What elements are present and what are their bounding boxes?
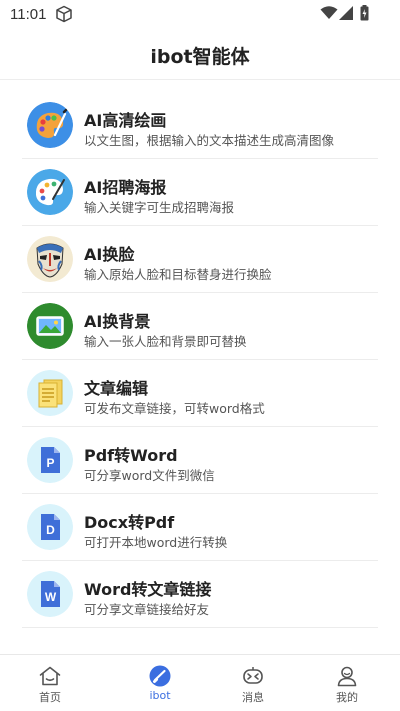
list-item-pdf-to-word[interactable]: P Pdf转Word 可分享word文件到微信 (22, 427, 378, 494)
tab-mine[interactable]: 我的 (297, 655, 397, 711)
tab-messages[interactable]: 消息 (203, 655, 303, 711)
item-title: Docx转Pdf (84, 513, 175, 532)
user-icon (337, 666, 357, 687)
item-description: 输入一张人脸和背景即可替换 (84, 334, 247, 349)
item-title: AI换脸 (84, 245, 135, 264)
svg-text:P: P (46, 456, 54, 470)
item-description: 输入原始人脸和目标替身进行换脸 (84, 267, 272, 282)
item-description: 输入关键字可生成招聘海报 (84, 200, 235, 215)
feature-list: AI高清绘画 以文生图，根据输入的文本描述生成高清图像 AI招聘海报 输入关键字… (22, 92, 378, 628)
item-description: 可分享word文件到微信 (84, 468, 215, 483)
list-item-ai-painting[interactable]: AI高清绘画 以文生图，根据输入的文本描述生成高清图像 (22, 92, 378, 159)
paint-palette-icon (27, 169, 73, 215)
cube-icon (56, 5, 72, 23)
file-p-icon: P (27, 437, 73, 483)
item-description: 可打开本地word进行转换 (84, 535, 228, 550)
bottom-tab-bar: 首页 ibot 消息 我的 (0, 654, 400, 711)
item-description: 以文生图，根据输入的文本描述生成高清图像 (84, 133, 335, 148)
tab-home[interactable]: 首页 (0, 655, 100, 711)
list-item-ai-recruit-poster[interactable]: AI招聘海报 输入关键字可生成招聘海报 (22, 159, 378, 226)
page-title: ibot智能体 (150, 46, 250, 68)
tab-ibot[interactable]: ibot (110, 655, 210, 711)
list-item-docx-to-pdf[interactable]: D Docx转Pdf 可打开本地word进行转换 (22, 494, 378, 561)
list-item-ai-face-swap[interactable]: AI换脸 输入原始人脸和目标替身进行换脸 (22, 226, 378, 293)
list-item-ai-background-swap[interactable]: AI换背景 输入一张人脸和背景即可替换 (22, 293, 378, 360)
home-icon (39, 666, 61, 686)
ibot-icon (149, 665, 171, 687)
header: ibot智能体 (0, 30, 400, 80)
file-d-icon: D (27, 504, 73, 550)
item-title: Pdf转Word (84, 446, 178, 465)
battery-icon (360, 5, 369, 21)
svg-text:W: W (45, 590, 57, 604)
list-item-article-edit[interactable]: 文章编辑 可发布文章链接，可转word格式 (22, 360, 378, 427)
item-title: 文章编辑 (84, 379, 149, 398)
item-title: AI换背景 (84, 312, 151, 331)
item-description: 可分享文章链接给好友 (84, 602, 210, 617)
svg-text:D: D (46, 523, 55, 537)
tab-label: 我的 (336, 691, 358, 704)
file-w-icon: W (27, 571, 73, 617)
tab-label: 消息 (242, 691, 264, 704)
wifi-icon (320, 6, 338, 19)
status-bar: 11:01 (0, 0, 400, 30)
landscape-image-icon (27, 303, 73, 349)
signal-icon (339, 6, 353, 20)
item-description: 可发布文章链接，可转word格式 (84, 401, 265, 416)
item-title: Word转文章链接 (84, 580, 212, 599)
document-icon (27, 370, 73, 416)
tab-label: ibot (149, 689, 171, 702)
robot-message-icon (243, 667, 263, 684)
item-title: AI高清绘画 (84, 111, 167, 130)
item-title: AI招聘海报 (84, 178, 167, 197)
list-item-word-to-article-link[interactable]: W Word转文章链接 可分享文章链接给好友 (22, 561, 378, 628)
status-time: 11:01 (10, 6, 47, 23)
tab-label: 首页 (39, 691, 61, 704)
palette-icon (27, 102, 73, 148)
opera-mask-icon (27, 236, 73, 282)
